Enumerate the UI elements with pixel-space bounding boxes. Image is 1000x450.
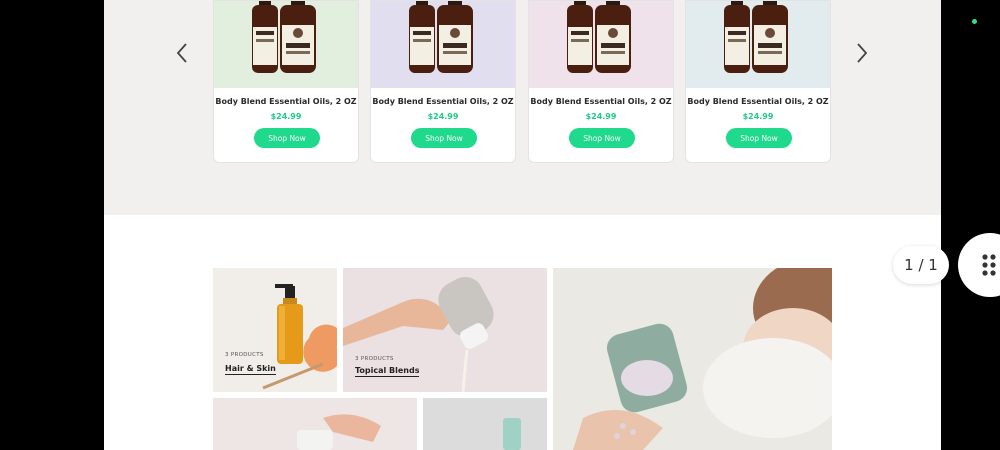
product-image[interactable]: [686, 1, 830, 88]
bottle-image: [409, 1, 435, 73]
bottle-image: [595, 1, 631, 73]
product-title[interactable]: Body Blend Essential Oils, 2 OZ: [214, 97, 358, 106]
carousel-prev-button[interactable]: [167, 38, 197, 68]
product-card[interactable]: Body Blend Essential Oils, 2 OZ $24.99 S…: [370, 0, 516, 163]
product-image[interactable]: [529, 1, 673, 88]
shop-now-button[interactable]: Shop Now: [411, 128, 477, 148]
bottle-image: [752, 1, 788, 73]
product-title[interactable]: Body Blend Essential Oils, 2 OZ: [686, 97, 830, 106]
product-price: $24.99: [270, 112, 302, 121]
menu-button[interactable]: [958, 233, 1000, 297]
collection-link[interactable]: Hair & Skin: [225, 364, 276, 375]
product-price: $24.99: [742, 112, 774, 121]
collection-tile-bath-salts[interactable]: [553, 268, 832, 450]
product-price: $24.99: [585, 112, 617, 121]
collection-tile[interactable]: [423, 398, 547, 450]
shop-now-button[interactable]: Shop Now: [254, 128, 320, 148]
product-card[interactable]: Body Blend Essential Oils, 2 OZ $24.99 S…: [213, 0, 359, 163]
product-title[interactable]: Body Blend Essential Oils, 2 OZ: [529, 97, 673, 106]
shop-now-button[interactable]: Shop Now: [726, 128, 792, 148]
product-image[interactable]: [214, 1, 358, 88]
bottle-image: [437, 1, 473, 73]
product-count: 3 PRODUCTS: [355, 356, 394, 362]
cream-jar-image: [297, 414, 381, 450]
collection-tile-topical-blends[interactable]: 3 PRODUCTS Topical Blends: [343, 268, 547, 392]
product-card[interactable]: Body Blend Essential Oils, 2 OZ $24.99 S…: [685, 0, 831, 163]
bottle-image: [724, 1, 750, 73]
bottle-image: [567, 1, 593, 73]
product-card[interactable]: Body Blend Essential Oils, 2 OZ $24.99 S…: [528, 0, 674, 163]
store-page: Body Blend Essential Oils, 2 OZ $24.99 S…: [104, 0, 941, 450]
chevron-left-icon: [176, 43, 187, 63]
bottle-image: [252, 1, 278, 73]
product-price: $24.99: [427, 112, 459, 121]
status-dot: [972, 19, 977, 24]
collection-link[interactable]: Topical Blends: [355, 366, 420, 377]
shop-now-button[interactable]: Shop Now: [569, 128, 635, 148]
product-image[interactable]: [371, 1, 515, 88]
bath-salt-jar-image: [553, 268, 832, 450]
product-title[interactable]: Body Blend Essential Oils, 2 OZ: [371, 97, 515, 106]
collection-tile[interactable]: [213, 398, 417, 450]
product-carousel: Body Blend Essential Oils, 2 OZ $24.99 S…: [104, 0, 941, 215]
chevron-right-icon: [857, 43, 868, 63]
page-indicator[interactable]: 1 / 1: [893, 246, 949, 284]
carousel-next-button[interactable]: [847, 38, 877, 68]
tube-image: [503, 418, 521, 450]
bottle-image: [280, 1, 316, 73]
product-count: 3 PRODUCTS: [225, 352, 264, 358]
grid-dots-icon: [982, 254, 996, 276]
collection-tile-hair-skin[interactable]: 3 PRODUCTS Hair & Skin: [213, 268, 337, 392]
